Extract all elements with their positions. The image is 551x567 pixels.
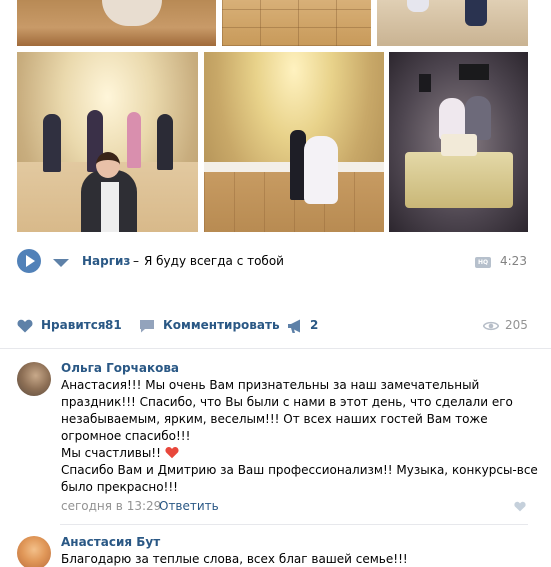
like-button[interactable]: Нравится [41, 318, 106, 332]
photo-1[interactable] [17, 0, 216, 46]
heart-icon[interactable] [17, 319, 33, 333]
comment-text: Мы счастливы!! [61, 446, 161, 460]
comment-date[interactable]: сегодня в 13:29 [61, 499, 161, 513]
comment-text-line: праздник!!! Спасибо, что Вы были с нами … [61, 395, 513, 409]
reply-button[interactable]: Ответить [159, 499, 219, 513]
chevron-down-icon[interactable] [53, 259, 69, 267]
avatar[interactable] [17, 536, 51, 567]
avatar[interactable] [17, 362, 51, 396]
comment-author[interactable]: Анастасия Бут [61, 535, 160, 549]
heart-emoji-icon [165, 447, 179, 459]
comment-text-line: Мы счастливы!! [61, 445, 179, 461]
eye-icon [483, 321, 499, 331]
comment-text-line: было прекрасно!!! [61, 480, 178, 494]
photo-2[interactable] [222, 0, 371, 46]
comment-text-line: незабываемым, ярким, веселым!!! От всех … [61, 412, 488, 426]
play-icon[interactable] [17, 249, 41, 273]
photo-4[interactable] [17, 52, 198, 232]
share-count[interactable]: 2 [310, 318, 318, 332]
comment-button[interactable]: Комментировать [163, 318, 280, 332]
photo-5[interactable] [204, 52, 384, 232]
hq-badge: HQ [475, 257, 491, 268]
comment-text-line: Анастасия!!! Мы очень Вам признательны з… [61, 378, 480, 392]
photo-6[interactable] [389, 52, 528, 232]
comment-icon[interactable] [139, 319, 155, 333]
comment-text-line: Благодарю за теплые слова, всех благ ваш… [61, 552, 408, 566]
post-actions: Нравится 81 Комментировать 2 205 [17, 314, 528, 338]
audio-artist[interactable]: Наргиз [82, 254, 130, 268]
heart-icon[interactable] [514, 501, 526, 512]
audio-duration: 4:23 [500, 254, 527, 268]
comment-author[interactable]: Ольга Горчакова [61, 361, 179, 375]
comment-text-line: Спасибо Вам и Дмитрию за Ваш профессиона… [61, 463, 538, 477]
photo-3[interactable] [377, 0, 528, 46]
audio-track: Наргиз – Я буду всегда с тобой HQ 4:23 [17, 249, 528, 275]
megaphone-icon[interactable] [287, 318, 303, 334]
views-count: 205 [505, 318, 528, 332]
photo-grid [0, 0, 551, 236]
divider [60, 524, 528, 525]
comment-text-line: огромное спасибо!!! [61, 429, 191, 443]
divider [0, 348, 551, 349]
audio-title[interactable]: Я буду всегда с тобой [144, 254, 284, 268]
like-count[interactable]: 81 [105, 318, 122, 332]
audio-separator: – [133, 254, 139, 268]
